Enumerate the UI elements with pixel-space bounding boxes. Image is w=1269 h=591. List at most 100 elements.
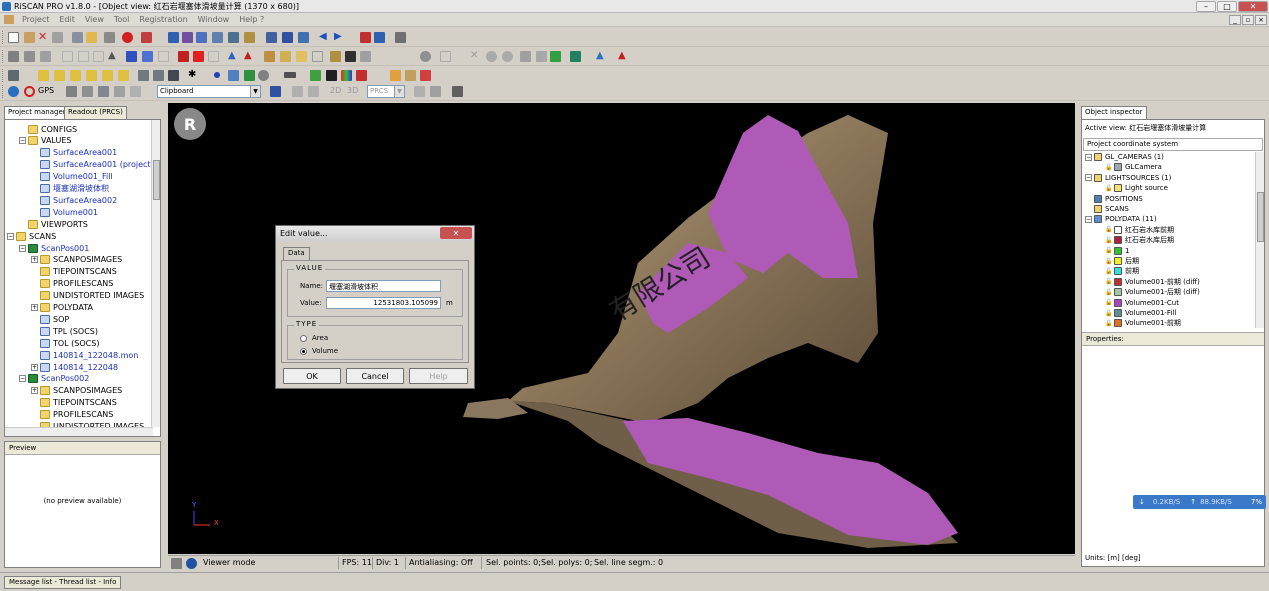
tree-expander[interactable]: +: [31, 363, 38, 371]
menu-help[interactable]: Help ?: [234, 15, 269, 24]
lock-icon[interactable]: 🔓: [1105, 320, 1114, 327]
tree-item[interactable]: − VALUES: [19, 135, 71, 147]
tree-expander[interactable]: −: [19, 137, 26, 145]
tree-expander[interactable]: +: [31, 304, 38, 311]
mdi-minimize-button[interactable]: _: [1229, 15, 1241, 25]
align-2-icon[interactable]: [308, 86, 319, 97]
object-tree-item[interactable]: − POLYDATA (11): [1085, 214, 1157, 224]
coord-combo[interactable]: PRCS ▼: [367, 85, 405, 98]
tree-item[interactable]: CONFIGS: [19, 123, 77, 135]
script-icon[interactable]: [360, 32, 371, 43]
tool-b-icon[interactable]: [430, 86, 441, 97]
lock-icon[interactable]: 🔓: [1105, 226, 1114, 233]
cube-front-icon[interactable]: [38, 70, 49, 81]
properties-icon[interactable]: [72, 32, 83, 43]
clipboard-combo[interactable]: Clipboard ▼: [157, 85, 261, 98]
star-select-icon[interactable]: [126, 51, 137, 62]
remove-icon[interactable]: [178, 51, 189, 62]
info-icon[interactable]: [395, 32, 406, 43]
minimize-button[interactable]: –: [1196, 1, 1216, 12]
3d-button[interactable]: 3D: [347, 86, 358, 95]
object-tree-item[interactable]: 🔓 Volume001-Fill: [1105, 308, 1176, 318]
object-tree-item[interactable]: − GL_CAMERAS (1): [1085, 152, 1164, 162]
mesh-red-icon[interactable]: ▲: [244, 51, 255, 62]
dots-icon[interactable]: [570, 51, 581, 62]
grid-icon[interactable]: [264, 51, 275, 62]
forward-icon[interactable]: ▶: [334, 32, 345, 43]
tree-item[interactable]: SOP: [31, 313, 69, 325]
trash-icon[interactable]: [360, 51, 371, 62]
object-tree-scrollbar[interactable]: [1255, 152, 1264, 328]
tree-item[interactable]: 140814_122048.mon: [31, 349, 138, 361]
help-button[interactable]: Help: [409, 368, 468, 384]
info-icon[interactable]: [186, 558, 197, 569]
tab-object-inspector[interactable]: Object inspector: [1081, 106, 1147, 119]
tree-item[interactable]: SurfaceArea002: [31, 194, 117, 206]
object-tree-item[interactable]: 🔓 红石岩水库后期: [1105, 235, 1174, 245]
spread-icon[interactable]: [142, 51, 153, 62]
sphere-icon[interactable]: [486, 51, 497, 62]
walk-icon[interactable]: ✱: [188, 70, 199, 81]
object-tree-item[interactable]: 🔓 Volume001-后期 (diff): [1105, 287, 1200, 297]
clip-icon[interactable]: [130, 86, 141, 97]
tree-item[interactable]: SurfaceArea001 (projected): [31, 159, 160, 171]
tool-a-icon[interactable]: [414, 86, 425, 97]
mdi-restore-button[interactable]: ▫: [1242, 15, 1254, 25]
view-icon[interactable]: [8, 70, 19, 81]
red-pyramid-icon[interactable]: ▲: [618, 51, 629, 62]
tree-item[interactable]: − ScanPos001: [19, 242, 89, 254]
lock-icon[interactable]: 🔓: [1105, 289, 1114, 296]
mesh-icon[interactable]: ▲: [228, 51, 239, 62]
new-project-icon[interactable]: [8, 32, 19, 43]
project-tree-scrollbar[interactable]: [151, 120, 160, 427]
project-tree-hscrollbar[interactable]: [5, 427, 153, 436]
green-tool-icon[interactable]: [550, 51, 561, 62]
object-tree-item[interactable]: 🔓 红石岩水库前期: [1105, 225, 1174, 235]
image-icon[interactable]: [520, 51, 531, 62]
bbox-icon[interactable]: [280, 51, 291, 62]
message-thread-tabs[interactable]: Message list - Thread list - Info: [4, 576, 122, 589]
name-field[interactable]: 堰塞湖滑坡体积: [326, 280, 441, 292]
export-icon[interactable]: [212, 32, 223, 43]
filter-icon[interactable]: [24, 51, 35, 62]
tree-expander[interactable]: +: [31, 387, 38, 395]
object-tree-item[interactable]: 🔓 Volume001-前期 (diff): [1105, 277, 1200, 287]
pointer-icon[interactable]: [8, 51, 19, 62]
tree-expander[interactable]: −: [19, 244, 26, 252]
menu-view[interactable]: View: [80, 15, 109, 24]
value-field[interactable]: 12531803.105099: [326, 297, 441, 309]
zoom-all-icon[interactable]: [168, 70, 179, 81]
tab-readout[interactable]: Readout (PRCS): [64, 106, 127, 119]
select-icon[interactable]: [40, 51, 51, 62]
object-tree-item[interactable]: 🔓 Volume001-Cut: [1105, 298, 1179, 308]
tree-expander[interactable]: −: [1085, 215, 1092, 223]
red-box-icon[interactable]: [420, 70, 431, 81]
poly-select-icon[interactable]: [78, 51, 89, 62]
tree-item[interactable]: 堰塞湖滑坡体积: [31, 183, 109, 195]
gps-label[interactable]: GPS: [38, 86, 54, 95]
rect-select-icon[interactable]: [62, 51, 73, 62]
cube-right-icon[interactable]: [86, 70, 97, 81]
tree-item[interactable]: UNDISTORTED IMAGES: [31, 290, 144, 302]
measure-icon[interactable]: [440, 51, 451, 62]
zoom-fit-icon[interactable]: [153, 70, 164, 81]
cube-back-icon[interactable]: [54, 70, 65, 81]
tree-item[interactable]: + SCANPOSIMAGES: [31, 385, 122, 397]
play-icon[interactable]: [244, 70, 255, 81]
color-icon[interactable]: [341, 70, 352, 81]
delete-icon[interactable]: ✕: [38, 31, 49, 43]
clear-icon[interactable]: [193, 51, 204, 62]
object-tree-item[interactable]: SCANS: [1085, 204, 1129, 214]
sphere-2-icon[interactable]: [502, 51, 513, 62]
object-tree-item[interactable]: 🔓 前期: [1105, 266, 1139, 276]
dialog-close-button[interactable]: ✕: [440, 227, 472, 239]
point-icon[interactable]: [214, 72, 220, 78]
tree-expander[interactable]: −: [1085, 174, 1092, 182]
menu-edit[interactable]: Edit: [54, 15, 80, 24]
grow-icon[interactable]: [158, 51, 169, 62]
lock-icon[interactable]: 🔓: [1105, 185, 1114, 192]
flag-icon[interactable]: [345, 51, 356, 62]
tree-item[interactable]: − ScanPos002: [19, 373, 89, 385]
info-circle-icon[interactable]: [420, 51, 431, 62]
tree-item[interactable]: TPL (SOCS): [31, 325, 98, 337]
